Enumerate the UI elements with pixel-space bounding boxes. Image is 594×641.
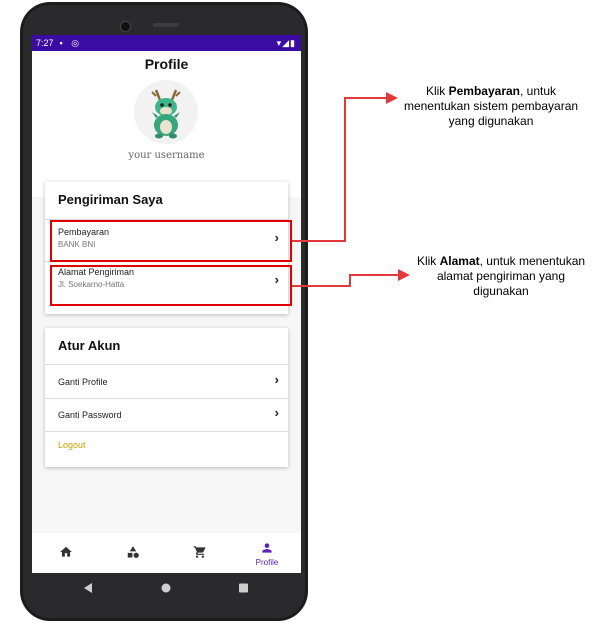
nav-category[interactable]	[113, 533, 153, 573]
notification-icons: ▪ ◎	[59, 37, 83, 48]
back-icon	[84, 583, 92, 593]
recents-icon	[239, 583, 248, 593]
divider	[45, 431, 288, 432]
system-nav-icons	[84, 583, 248, 593]
chevron-right-icon: ›	[274, 405, 279, 420]
logout-button[interactable]: Logout	[58, 440, 86, 450]
page-title: Profile	[144, 56, 189, 72]
highlight-payment	[50, 220, 292, 262]
change-password-row[interactable]: Ganti Password ›	[45, 399, 288, 431]
nav-profile[interactable]: Profile	[247, 533, 287, 573]
address-annotation-bold: Alamat	[439, 254, 480, 268]
address-annotation-prefix: Klik	[416, 254, 440, 268]
address-arrow-head	[398, 269, 410, 281]
nav-profile-label: Profile	[255, 558, 279, 567]
status-time: 7:27	[36, 38, 54, 48]
front-camera	[120, 21, 131, 32]
account-card-title: Atur Akun	[58, 338, 121, 353]
highlight-address	[50, 265, 292, 306]
nav-cart[interactable]	[180, 533, 220, 573]
dragon-avatar-image	[134, 80, 198, 144]
payment-annotation-bold: Pembayaran	[448, 84, 520, 98]
payment-arrow-head	[386, 92, 398, 104]
status-bar: 7:27 ▪ ◎ ▾◢▮	[32, 35, 301, 51]
category-icon	[127, 546, 139, 558]
home-icon	[60, 546, 72, 557]
payment-annotation: Klik Pembayaran, untuk menentukan sistem…	[402, 84, 580, 129]
change-password-label: Ganti Password	[58, 410, 122, 420]
nav-home[interactable]	[46, 533, 86, 573]
change-profile-row[interactable]: Ganti Profile ›	[45, 365, 288, 398]
system-nav-bar	[32, 573, 301, 603]
shipping-card-title: Pengiriman Saya	[58, 192, 163, 207]
account-card: Atur Akun Ganti Profile › Ganti Password…	[45, 328, 288, 467]
avatar[interactable]	[134, 80, 198, 144]
chevron-right-icon: ›	[274, 372, 279, 387]
address-annotation: Klik Alamat, untuk menentukan alamat pen…	[412, 254, 590, 299]
connectivity-icons: ▾◢▮	[276, 37, 296, 48]
payment-annotation-prefix: Klik	[425, 84, 449, 98]
bottom-nav: Profile	[32, 533, 301, 573]
address-arrow-line	[292, 274, 400, 287]
username-label: your username	[128, 150, 205, 161]
change-profile-label: Ganti Profile	[58, 377, 108, 387]
earpiece-speaker	[153, 23, 179, 27]
home-circle-icon	[161, 583, 171, 593]
cart-icon	[193, 546, 206, 558]
person-icon	[262, 543, 272, 553]
